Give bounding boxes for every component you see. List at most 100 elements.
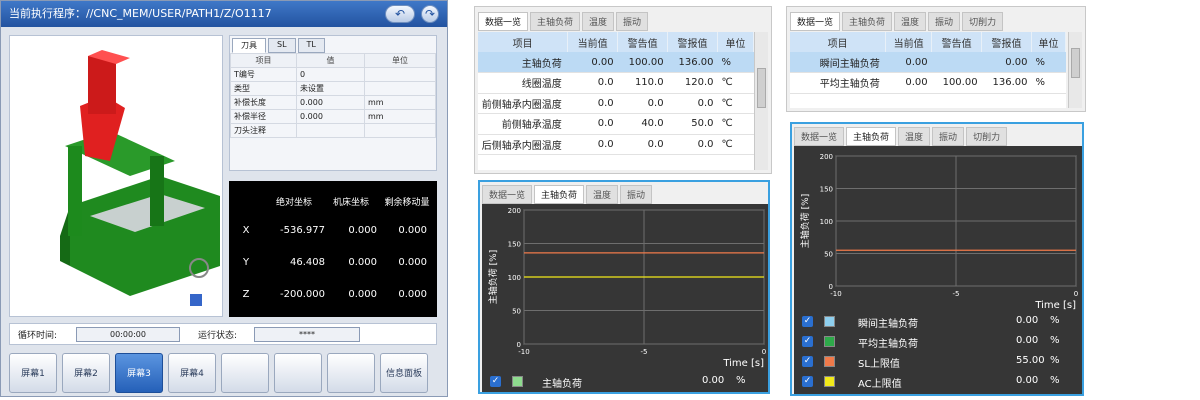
data-table: 项目 当前值 警告值 警报值 单位 主轴负荷 0.00 100.00 136.00% 线… — [478, 32, 754, 155]
legend-checkbox[interactable]: ✓ — [802, 336, 813, 347]
legend-unit: % — [1050, 375, 1060, 386]
spindle-load-chart-panel: 数据一览 主轴负荷 温度 振动 0 50 100 150 200 -10 -5 0 Time [s] 主… — [478, 180, 770, 394]
table-row[interactable]: 前侧轴承温度 0.0 40.0 50.0 ℃ — [478, 113, 754, 135]
item-cell: 线圈温度 — [478, 72, 568, 94]
legend-unit: % — [1050, 335, 1060, 346]
x-axis-label: Time [s] — [1034, 300, 1076, 311]
tool-row[interactable]: T编号 0 — [230, 67, 436, 82]
tab[interactable]: 振动 — [928, 12, 961, 31]
legend-row: ✓ AC上限值 0.00% — [802, 374, 1074, 390]
back-button[interactable]: ↶ — [385, 5, 415, 23]
table-row[interactable]: 后侧轴承内圈温度 0.0 0.0 0.0 ℃ — [478, 134, 754, 155]
tab[interactable]: 切削力 — [966, 127, 1008, 146]
tab[interactable]: 主轴负荷 — [530, 12, 581, 31]
tool-row[interactable]: 补偿半径 0.000 mm — [230, 109, 436, 124]
legend-swatch — [512, 376, 523, 387]
machine-coord-value: 0.000 — [348, 224, 377, 236]
table-row[interactable]: 线圈温度 0.0 110.0 120.0 ℃ — [478, 72, 754, 94]
legend-unit: % — [736, 375, 746, 386]
table-row[interactable]: 主轴负荷 0.00 100.00 136.00% — [478, 52, 754, 73]
tool-unit — [364, 67, 436, 82]
run-status-label: 运行状态: — [198, 331, 238, 341]
vertical-scrollbar[interactable] — [754, 32, 768, 170]
tab[interactable]: 切削力 — [962, 12, 1004, 31]
y-tick-label: 100 — [508, 274, 521, 282]
tab[interactable]: 主轴负荷 — [842, 12, 893, 31]
y-tick-label: 50 — [512, 308, 521, 316]
table-row[interactable]: 瞬间主轴负荷 0.00 0.00% — [790, 52, 1066, 73]
remaining-value: 0.000 — [398, 288, 427, 300]
vertical-scrollbar-2[interactable] — [1068, 32, 1082, 108]
tab-sl[interactable]: SL — [268, 38, 296, 53]
tool-row[interactable]: 补偿长度 0.000 mm — [230, 95, 436, 110]
tab[interactable]: 振动 — [616, 12, 649, 31]
tab[interactable]: 温度 — [898, 127, 931, 146]
unit-cell: % — [1031, 72, 1066, 94]
coord-row: X -536.977 0.000 0.000 — [229, 214, 437, 246]
tab[interactable]: 主轴负荷 — [846, 127, 897, 146]
legend-checkbox[interactable]: ✓ — [802, 316, 813, 327]
coord-row: Y 46.408 0.000 0.000 — [229, 246, 437, 278]
tab-tl[interactable]: TL — [297, 38, 325, 53]
softkey-button[interactable]: 信息面板 — [380, 353, 428, 393]
forward-arrow-icon: ↷ — [424, 7, 436, 21]
softkey-button[interactable]: 屏幕4 — [168, 353, 216, 393]
softkey-button[interactable] — [327, 353, 375, 393]
x-tick-label: 0 — [762, 348, 766, 356]
tab[interactable]: 温度 — [586, 185, 619, 204]
y-tick-label: 150 — [820, 186, 833, 194]
alarm-cell: 0.00 — [981, 52, 1032, 73]
table-row[interactable]: 前侧轴承内圈温度 0.0 0.0 0.0 ℃ — [478, 93, 754, 114]
remaining-header: 剩余移动量 — [384, 198, 430, 208]
tool-row[interactable]: 刀头注释 — [230, 123, 436, 138]
current-cell: 0.0 — [567, 113, 618, 135]
softkey-button[interactable] — [274, 353, 322, 393]
col-item: 项目 — [790, 32, 887, 52]
x-tick-label: -5 — [953, 290, 960, 298]
legend-checkbox[interactable]: ✓ — [490, 376, 501, 387]
tab[interactable]: 温度 — [894, 12, 927, 31]
col-unit: 单位 — [717, 32, 754, 52]
tool-row[interactable]: 类型 未设置 — [230, 81, 436, 96]
legend-checkbox[interactable]: ✓ — [802, 356, 813, 367]
table-row[interactable]: 平均主轴负荷 0.00 100.00 136.00% — [790, 72, 1066, 94]
cycle-time-value: 00:00:00 — [76, 327, 180, 342]
softkey-button[interactable] — [221, 353, 269, 393]
program-title: 当前执行程序：//CNC_MEM/USER/PATH1/Z/O1117 — [9, 7, 272, 20]
col-header: 单位 — [364, 53, 436, 68]
unit-cell: ℃ — [717, 72, 754, 94]
machine-3d-view[interactable] — [9, 35, 223, 317]
axis-label: Z — [242, 288, 250, 300]
softkey-button[interactable]: 屏幕1 — [9, 353, 57, 393]
axis-label: Y — [242, 256, 250, 268]
coord-row: Z -200.000 0.000 0.000 — [229, 278, 437, 310]
col-header: 值 — [296, 53, 365, 68]
abs-coord-value: -200.000 — [280, 288, 325, 300]
scroll-thumb[interactable] — [1071, 48, 1080, 78]
col-item: 项目 — [478, 32, 569, 52]
legend-label: AC上限值 — [858, 379, 902, 390]
softkey-button[interactable]: 屏幕3 — [115, 353, 163, 393]
tab[interactable]: 主轴负荷 — [534, 185, 585, 204]
tab[interactable]: 温度 — [582, 12, 615, 31]
axis-label: X — [242, 224, 250, 236]
tab[interactable]: 数据一览 — [790, 12, 841, 31]
y-axis-label: 主轴负荷 [%] — [487, 250, 499, 304]
current-cell: 0.00 — [567, 52, 618, 73]
tab[interactable]: 振动 — [932, 127, 965, 146]
tab[interactable]: 数据一览 — [482, 185, 533, 204]
tool-unit — [364, 81, 436, 96]
legend-label: SL上限值 — [858, 359, 900, 370]
tab[interactable]: 振动 — [620, 185, 653, 204]
legend-value: 0.00 — [1016, 375, 1039, 386]
warning-cell: 0.0 — [617, 134, 668, 155]
tab[interactable]: 数据一览 — [794, 127, 845, 146]
tool-table: 项目 值 单位 T编号 0 类型 未设置 补偿长度 0.000 mm 补偿半径 0.000 mm 刀… — [230, 53, 436, 138]
softkey-button[interactable]: 屏幕2 — [62, 353, 110, 393]
coordinate-panel: 绝对坐标 机床坐标 剩余移动量 X -536.977 0.000 0.000 Y 46.4… — [229, 181, 437, 317]
scroll-thumb[interactable] — [757, 68, 766, 108]
tab-tool[interactable]: 刀具 — [232, 38, 266, 53]
tab[interactable]: 数据一览 — [478, 12, 529, 31]
legend-checkbox[interactable]: ✓ — [802, 376, 813, 387]
forward-button[interactable]: ↷ — [421, 5, 439, 23]
